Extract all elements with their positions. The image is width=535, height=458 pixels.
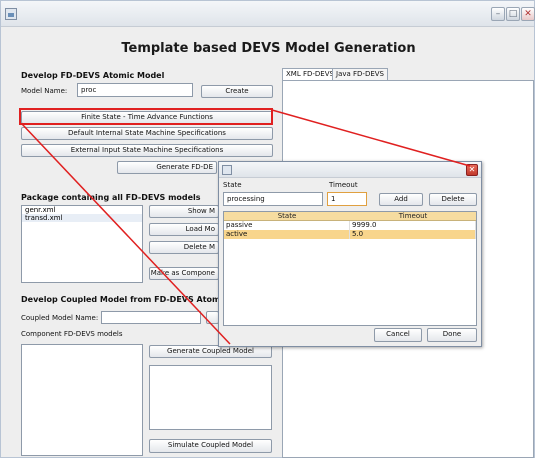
simulate-coupled-button[interactable]: Simulate Coupled Model	[149, 439, 272, 453]
page-title: Template based DEVS Model Generation	[121, 41, 416, 56]
table-row[interactable]: active 5.0	[224, 230, 476, 239]
table-cell-timeout: 5.0	[350, 230, 476, 239]
dialog-title-bar: ✕	[219, 162, 481, 178]
create-button[interactable]: Create	[201, 85, 273, 98]
column-header-timeout[interactable]: Timeout	[350, 212, 476, 221]
default-internal-button[interactable]: Default Internal State Machine Specifica…	[21, 127, 273, 140]
make-component-button[interactable]: Make as Compone	[149, 267, 219, 280]
timeout-input[interactable]: 1	[327, 192, 367, 206]
table-row[interactable]: passive 9999.0	[224, 221, 476, 230]
coupled-name-input[interactable]	[101, 311, 201, 324]
tab-xml-fddevs[interactable]: XML FD-DEVS	[282, 68, 338, 80]
title-bar: – □ ✕	[1, 1, 535, 27]
coupled-section-title: Develop Coupled Model from FD-DEVS Atomi…	[21, 295, 239, 304]
table-cell-timeout: 9999.0	[350, 221, 476, 230]
package-file-list[interactable]: genr.xml transd.xml	[21, 205, 143, 283]
coupled-name-label: Coupled Model Name:	[21, 314, 99, 322]
finite-state-button[interactable]: Finite State - Time Advance Functions	[21, 111, 273, 124]
package-section-title: Package containing all FD-DEVS models	[21, 193, 201, 202]
delete-button[interactable]: Delete	[429, 193, 477, 206]
table-header: State Timeout	[224, 212, 476, 221]
tab-java-fddevs[interactable]: Java FD-DEVS	[332, 68, 388, 80]
state-label: State	[223, 181, 242, 189]
close-icon[interactable]: ✕	[466, 164, 478, 176]
timeout-label: Timeout	[329, 181, 358, 189]
show-model-button[interactable]: Show M	[149, 205, 219, 218]
coupled-output-area[interactable]	[149, 365, 272, 430]
app-icon	[5, 8, 17, 20]
cancel-button[interactable]: Cancel	[374, 328, 422, 342]
list-item[interactable]: transd.xml	[22, 214, 142, 222]
state-table[interactable]: State Timeout passive 9999.0 active 5.0	[223, 211, 477, 326]
components-label: Component FD-DEVS models	[21, 330, 123, 338]
model-name-label: Model Name:	[21, 87, 68, 95]
delete-model-button[interactable]: Delete M	[149, 241, 219, 254]
table-cell-state: active	[224, 230, 350, 239]
generate-fddevs-button[interactable]: Generate FD-DE	[117, 161, 217, 174]
load-model-button[interactable]: Load Mo	[149, 223, 219, 236]
minimize-icon[interactable]: –	[491, 7, 505, 21]
component-model-list[interactable]	[21, 344, 143, 456]
column-header-state[interactable]: State	[224, 212, 350, 221]
dialog-app-icon	[222, 165, 232, 175]
maximize-icon[interactable]: □	[506, 7, 520, 21]
table-cell-state: passive	[224, 221, 350, 230]
external-input-button[interactable]: External Input State Machine Specificati…	[21, 144, 273, 157]
state-input[interactable]: processing	[223, 192, 323, 206]
atomic-section-title: Develop FD-DEVS Atomic Model	[21, 71, 165, 80]
list-item[interactable]: genr.xml	[22, 206, 142, 214]
model-name-input[interactable]: proc	[77, 83, 193, 97]
done-button[interactable]: Done	[427, 328, 477, 342]
close-icon[interactable]: ✕	[521, 7, 535, 21]
add-button[interactable]: Add	[379, 193, 423, 206]
